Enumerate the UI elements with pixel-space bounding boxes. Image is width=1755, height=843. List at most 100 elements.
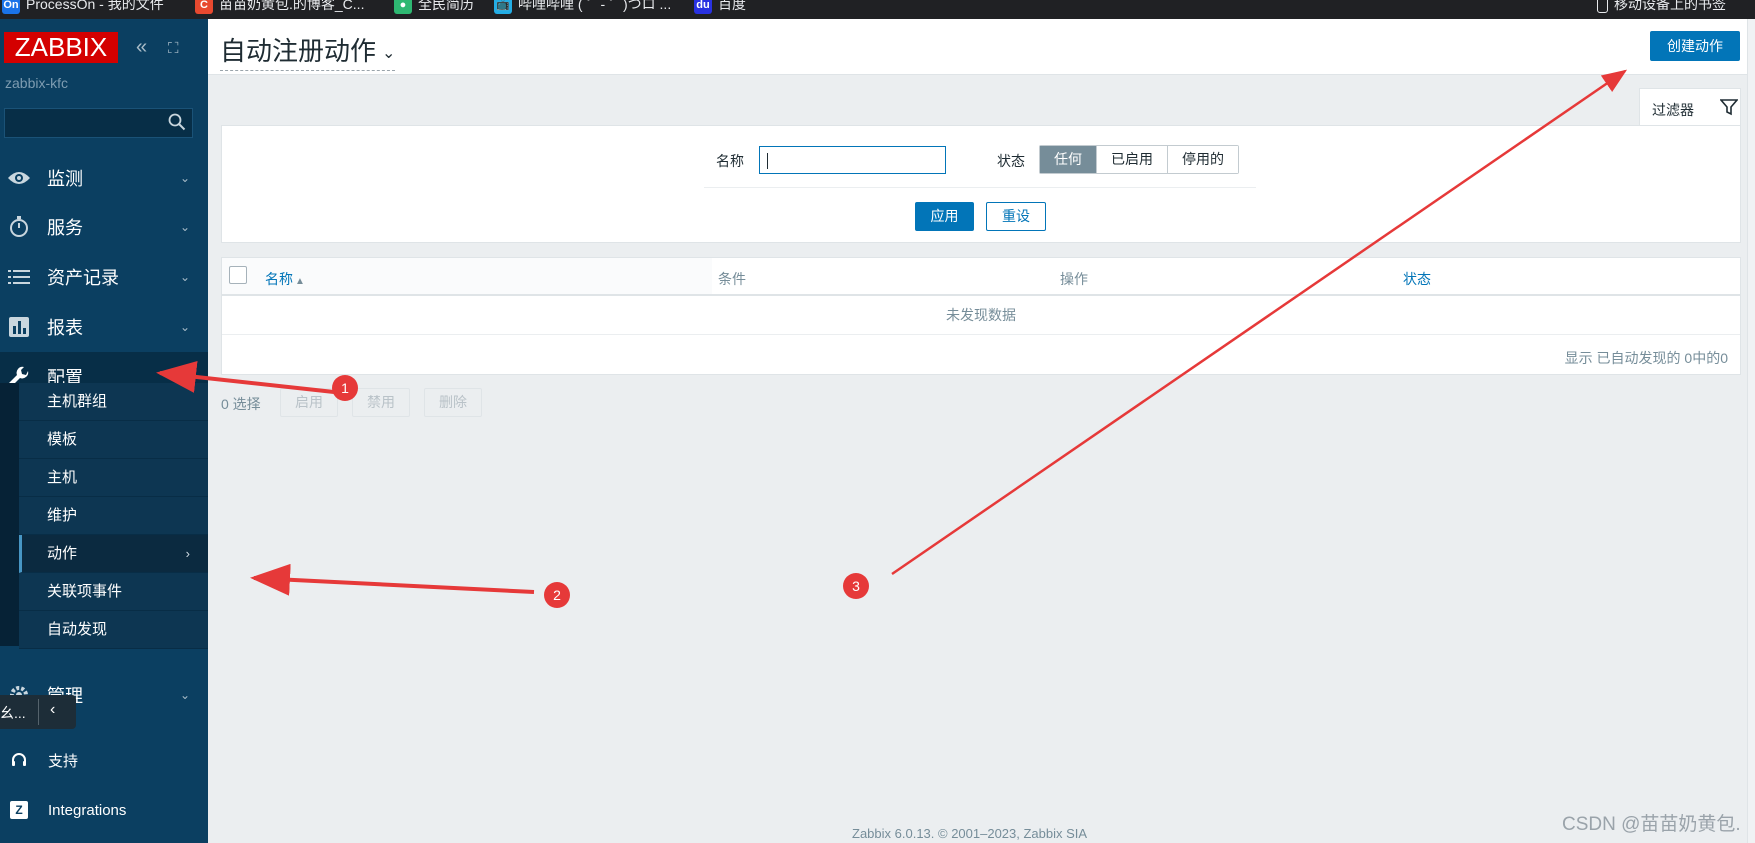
select-all-checkbox[interactable]: [229, 266, 247, 284]
annotation-badge-2: 2: [544, 582, 570, 608]
chevron-down-icon: ⌄: [179, 270, 190, 284]
zabbix-logo[interactable]: ZABBIX: [4, 32, 118, 63]
submenu-actions[interactable]: 动作 ›: [19, 535, 208, 573]
bookmark-label: 全民简历: [418, 0, 474, 12]
submenu-host-groups[interactable]: 主机群组: [19, 383, 208, 421]
tooltip-separator: [38, 699, 39, 725]
bookmark-label: ProcessOn - 我的文件: [26, 0, 164, 12]
zabbix-z-icon: Z: [10, 801, 28, 819]
filter-tab[interactable]: 过滤器: [1639, 88, 1741, 126]
chevron-down-icon: ⌄: [179, 171, 190, 185]
filter-name-label: 名称: [716, 153, 744, 169]
bookmarks-bar: On ProcessOn - 我的文件 C 苗苗奶黄包.的博客_C... ● 全…: [0, 0, 1755, 19]
column-operations: 操作: [1060, 271, 1088, 287]
column-name[interactable]: 名称 ▲: [265, 269, 305, 289]
menu-reports[interactable]: 报表 ⌄: [0, 302, 208, 352]
bookmark-resume[interactable]: ● 全民简历: [394, 0, 474, 14]
chevron-down-icon: ⌄: [382, 45, 396, 63]
bookmark-label: 苗苗奶黄包.的博客_C...: [219, 0, 365, 12]
apply-button[interactable]: 应用: [915, 202, 974, 231]
sidebar-search-input[interactable]: [4, 108, 193, 138]
bar-chart-icon: [6, 314, 32, 340]
page-title: 自动注册动作: [220, 36, 377, 66]
menu-integrations[interactable]: Z Integrations: [0, 790, 208, 830]
page-title-dropdown[interactable]: 自动注册动作 ⌄: [220, 31, 396, 71]
menu-label: 报表: [47, 318, 83, 338]
chevron-right-icon: ›: [185, 546, 190, 561]
menu-support[interactable]: 支持: [0, 740, 208, 780]
menu-label: 监测: [47, 169, 83, 189]
bookmark-processon[interactable]: On ProcessOn - 我的文件: [2, 0, 164, 14]
sidebar-tooltip[interactable]: 幺... ‹: [0, 695, 76, 729]
chevron-down-icon: ⌄: [179, 220, 190, 234]
submenu-hosts[interactable]: 主机: [19, 459, 208, 497]
delete-button[interactable]: 删除: [424, 388, 482, 417]
filter-name-input[interactable]: [759, 146, 946, 174]
menu-inventory[interactable]: 资产记录 ⌄: [0, 252, 208, 302]
filter-panel: [221, 125, 1741, 243]
tooltip-text: 幺...: [0, 705, 26, 721]
bookmark-baidu[interactable]: du 百度: [694, 0, 746, 14]
mobile-bookmarks[interactable]: 移动设备上的书签: [1597, 0, 1726, 14]
submenu-indent: [0, 383, 19, 646]
create-action-button[interactable]: 创建动作: [1650, 31, 1740, 61]
submenu-maintenance[interactable]: 维护: [19, 497, 208, 535]
disable-button[interactable]: 禁用: [352, 388, 410, 417]
page-header: 自动注册动作 ⌄ 创建动作: [208, 19, 1755, 75]
chevron-down-icon: ⌄: [179, 688, 190, 702]
filter-icon: [1720, 99, 1738, 116]
submenu-discovery[interactable]: 自动发现: [19, 611, 208, 649]
phone-icon: [1597, 0, 1608, 13]
search-icon[interactable]: [168, 113, 186, 131]
eye-icon: [6, 165, 32, 191]
bilibili-icon: 📺: [494, 0, 512, 14]
enable-button[interactable]: 启用: [280, 388, 338, 417]
server-name: zabbix-kfc: [5, 75, 69, 91]
config-submenu: 主机群组 模板 主机 维护 动作 › 关联项事件 自动发现: [19, 383, 208, 649]
status-enabled-option[interactable]: 已启用: [1096, 146, 1167, 173]
menu-label: 服务: [47, 218, 83, 238]
submenu-templates[interactable]: 模板: [19, 421, 208, 459]
chevron-left-icon[interactable]: ‹: [50, 701, 55, 719]
stopwatch-icon: [6, 214, 32, 240]
table-stats: 显示 已自动发现的 0中的0: [1564, 350, 1728, 366]
menu-services[interactable]: 服务 ⌄: [0, 202, 208, 252]
column-conditions: 条件: [718, 271, 746, 287]
annotation-badge-1: 1: [332, 375, 358, 401]
menu-label: Integrations: [48, 801, 127, 819]
baidu-icon: du: [694, 0, 712, 14]
status-disabled-option[interactable]: 停用的: [1167, 146, 1238, 173]
page-scrollbar[interactable]: [1747, 19, 1755, 843]
bookmark-label: 百度: [718, 0, 746, 12]
actions-table: 名称 ▲ 条件 操作 状态 未发现数据 显示 已自动发现的 0中的0: [221, 257, 1741, 375]
resume-icon: ●: [394, 0, 412, 14]
csdn-watermark: CSDN @苗苗奶黄包.: [1562, 814, 1741, 835]
bookmark-label: 哔哩哔哩 ( ゜- ゜)つロ ...: [518, 0, 672, 12]
bookmark-csdn[interactable]: C 苗苗奶黄包.的博客_C...: [195, 0, 364, 14]
filter-divider: [704, 187, 1256, 188]
menu-label: 资产记录: [47, 268, 119, 288]
reset-button[interactable]: 重设: [986, 202, 1046, 231]
csdn-icon: C: [195, 0, 213, 14]
kiosk-mode-icon[interactable]: ⛶: [168, 39, 179, 59]
collapse-sidebar-icon[interactable]: «: [136, 37, 147, 57]
selected-count: 0 选择: [221, 396, 261, 412]
submenu-event-correlation[interactable]: 关联项事件: [19, 573, 208, 611]
list-icon: [6, 264, 32, 290]
mobile-bookmarks-label: 移动设备上的书签: [1614, 0, 1726, 12]
headset-icon: [10, 751, 28, 769]
page-footer: Zabbix 6.0.13. © 2001–2023, Zabbix SIA: [852, 826, 1088, 841]
chevron-up-icon: ⌄: [179, 370, 190, 384]
processon-icon: On: [2, 0, 20, 14]
status-any-option[interactable]: 任何: [1040, 146, 1096, 173]
text-cursor: [767, 153, 768, 169]
column-label: 名称: [265, 271, 293, 287]
table-header: 名称 ▲ 条件 操作 状态: [222, 258, 1740, 296]
annotation-badge-3: 3: [843, 573, 869, 599]
menu-monitoring[interactable]: 监测 ⌄: [0, 153, 208, 203]
status-radio-group: 任何 已启用 停用的: [1039, 145, 1239, 174]
column-status[interactable]: 状态: [1403, 269, 1431, 289]
bookmark-bilibili[interactable]: 📺 哔哩哔哩 ( ゜- ゜)つロ ...: [494, 0, 671, 14]
chevron-down-icon: ⌄: [179, 320, 190, 334]
sort-asc-icon: ▲: [295, 276, 305, 287]
